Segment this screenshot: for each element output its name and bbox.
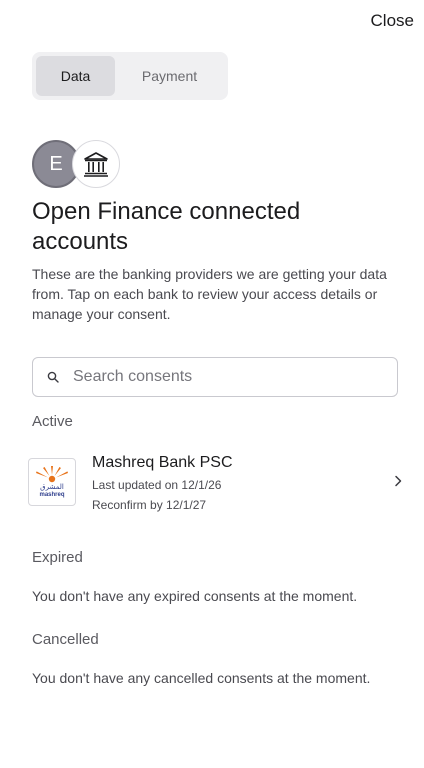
bank-name: Mashreq Bank PSC xyxy=(92,454,233,471)
last-updated-text: Last updated on 12/1/26 xyxy=(92,478,222,492)
mashreq-emblem-icon xyxy=(36,466,68,483)
search-input[interactable] xyxy=(73,358,397,396)
bank-building-icon xyxy=(82,150,110,178)
section-label-cancelled: Cancelled xyxy=(32,631,99,648)
page-description: These are the banking providers we are g… xyxy=(32,266,387,322)
chevron-right-icon xyxy=(394,475,402,487)
section-label-active: Active xyxy=(32,413,73,430)
open-finance-page: Close Data Payment E Open Finance connec… xyxy=(0,0,424,768)
section-label-expired: Expired xyxy=(32,549,83,566)
tab-payment[interactable]: Payment xyxy=(115,56,224,96)
tab-data[interactable]: Data xyxy=(36,56,115,96)
reconfirm-text: Reconfirm by 12/1/27 xyxy=(92,498,207,512)
avatar-group: E xyxy=(32,140,132,188)
cancelled-empty-text: You don't have any cancelled consents at… xyxy=(32,670,371,686)
expired-empty-text: You don't have any expired consents at t… xyxy=(32,588,358,604)
search-field[interactable] xyxy=(32,357,398,397)
logo-arabic-text: المشرق xyxy=(40,484,64,491)
consent-list-item[interactable]: المشرق mashreq Mashreq Bank PSC Last upd… xyxy=(28,448,406,518)
bank-avatar xyxy=(72,140,120,188)
page-title: Open Finance connected accounts xyxy=(32,198,301,255)
close-button[interactable]: Close xyxy=(371,10,414,32)
search-icon xyxy=(47,371,59,383)
logo-latin-text: mashreq xyxy=(39,492,65,498)
mashreq-logo: المشرق mashreq xyxy=(28,458,76,506)
tab-bar: Data Payment xyxy=(32,52,228,100)
